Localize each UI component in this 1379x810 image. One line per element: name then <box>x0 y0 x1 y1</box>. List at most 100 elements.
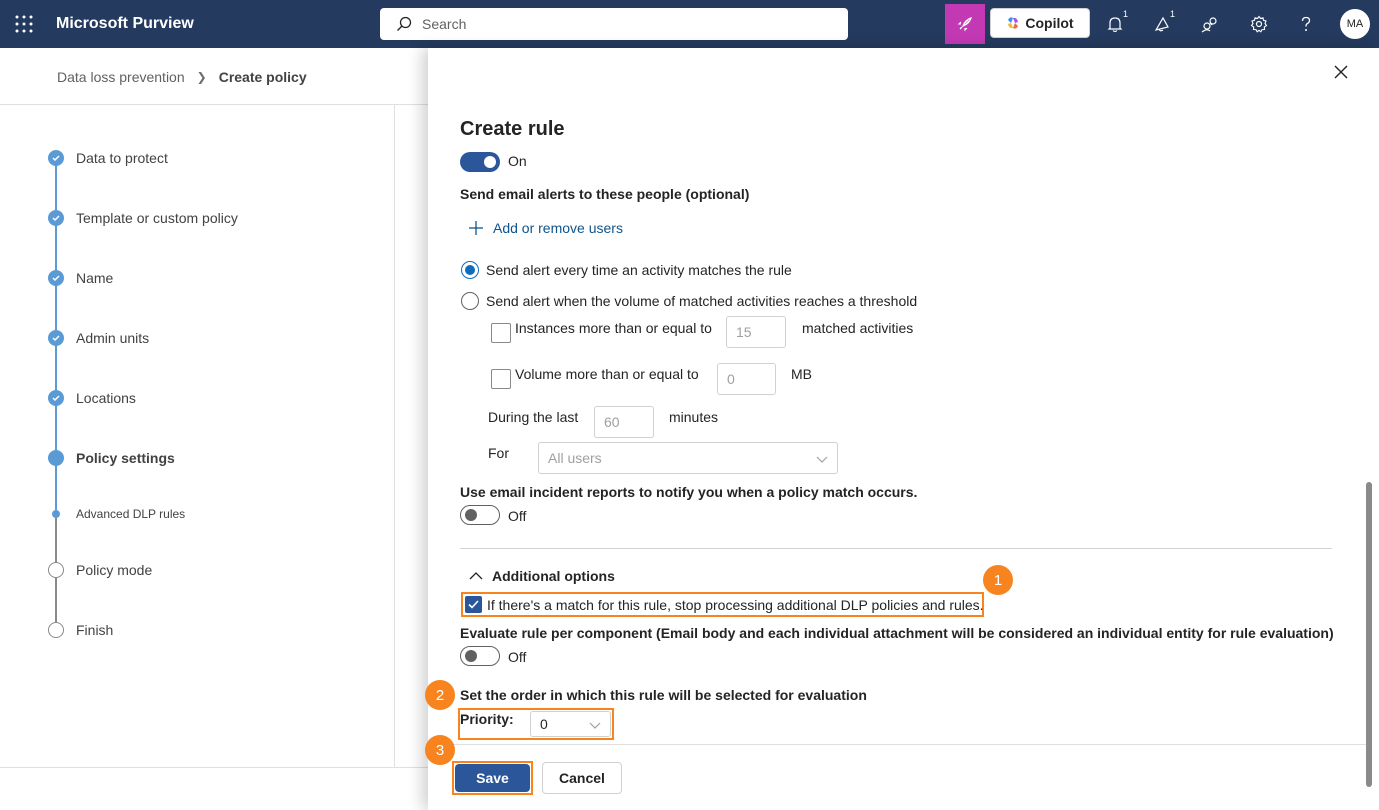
step-label: Admin units <box>76 330 150 346</box>
for-label: For <box>488 445 509 461</box>
stop-processing-label: If there's a match for this rule, stop p… <box>487 597 984 613</box>
rocket-icon <box>957 16 973 32</box>
notification-badge: 1 <box>1121 9 1129 19</box>
step-label: Name <box>76 270 114 286</box>
footer-divider <box>0 767 430 768</box>
chevron-down-icon <box>816 456 828 463</box>
whats-new-badge: 1 <box>1168 9 1176 19</box>
whats-new-button[interactable]: 1 <box>1150 9 1176 36</box>
help-button[interactable] <box>1294 12 1318 36</box>
checkmark-icon <box>48 150 64 166</box>
callout-1: 1 <box>983 565 1013 595</box>
search-icon <box>397 16 412 31</box>
alert-every-time-radio[interactable] <box>461 261 479 279</box>
instances-checkbox[interactable] <box>491 323 511 343</box>
step-data-to-protect[interactable]: Data to protect <box>48 146 378 170</box>
copilot-logo-icon <box>1008 17 1019 29</box>
step-label: Policy mode <box>76 562 153 578</box>
volume-label: Volume more than or equal to <box>515 366 699 382</box>
copilot-label: Copilot <box>1025 15 1074 31</box>
step-connector <box>55 578 57 622</box>
during-label: During the last <box>488 409 579 425</box>
incident-reports-heading: Use email incident reports to notify you… <box>460 484 918 500</box>
stop-processing-checkbox[interactable] <box>465 596 482 613</box>
plus-icon <box>469 221 483 235</box>
close-icon[interactable] <box>1331 62 1351 82</box>
for-users-value: All users <box>548 450 602 466</box>
step-template[interactable]: Template or custom policy <box>48 206 378 230</box>
community-button[interactable] <box>1198 12 1222 36</box>
incident-reports-toggle[interactable] <box>460 505 500 525</box>
save-button[interactable]: Save <box>455 764 530 792</box>
callout-2: 2 <box>425 680 455 710</box>
panel-footer-divider <box>428 744 1366 745</box>
alert-every-time-label: Send alert every time an activity matche… <box>486 262 792 278</box>
search-input[interactable] <box>422 16 822 32</box>
checkmark-icon <box>48 270 64 286</box>
scrollbar[interactable] <box>1366 482 1372 787</box>
priority-value: 0 <box>540 716 548 732</box>
add-remove-users-link[interactable]: Add or remove users <box>468 220 623 236</box>
breadcrumb-parent-link[interactable]: Data loss prevention <box>57 69 185 85</box>
rocket-button[interactable] <box>945 4 985 44</box>
admin-alert-toggle-label: On <box>508 153 527 169</box>
step-policy-mode[interactable]: Policy mode <box>48 558 378 582</box>
additional-options-label: Additional options <box>492 568 615 584</box>
priority-dropdown[interactable]: 0 <box>530 711 611 737</box>
step-label: Policy settings <box>76 450 175 466</box>
step-policy-settings[interactable]: Policy settings <box>48 446 378 470</box>
evaluate-per-component-toggle[interactable] <box>460 646 500 666</box>
people-link-icon <box>1201 17 1217 33</box>
volume-input[interactable] <box>717 363 776 395</box>
app-launcher-icon[interactable] <box>14 14 34 34</box>
email-alerts-heading: Send email alerts to these people (optio… <box>460 186 750 202</box>
top-bar: Microsoft Purview Copilot 1 <box>0 0 1379 48</box>
priority-label: Priority: <box>460 711 514 727</box>
alert-threshold-label: Send alert when the volume of matched ac… <box>486 293 918 309</box>
during-input[interactable] <box>594 406 654 438</box>
alert-threshold-radio[interactable] <box>461 292 479 310</box>
copilot-button[interactable]: Copilot <box>990 8 1090 38</box>
additional-options-toggle[interactable]: Additional options <box>468 568 615 584</box>
cancel-button[interactable]: Cancel <box>542 762 622 794</box>
step-connector <box>55 226 57 270</box>
step-connector <box>55 286 57 330</box>
checkmark-icon <box>48 330 64 346</box>
step-connector <box>55 346 57 390</box>
app-title[interactable]: Microsoft Purview <box>56 15 194 33</box>
breadcrumb: Data loss prevention ❯ Create policy <box>57 69 307 85</box>
search-box[interactable] <box>380 8 848 40</box>
step-connector <box>55 166 57 210</box>
step-locations[interactable]: Locations <box>48 386 378 410</box>
step-finish[interactable]: Finish <box>48 618 378 642</box>
step-advanced-dlp-rules[interactable]: Advanced DLP rules <box>48 502 378 526</box>
header-divider <box>0 104 430 105</box>
for-users-dropdown[interactable]: All users <box>538 442 838 474</box>
instances-suffix: matched activities <box>802 320 914 336</box>
chevron-up-icon <box>469 572 483 580</box>
step-connector <box>55 406 57 450</box>
settings-button[interactable] <box>1247 12 1271 36</box>
create-rule-panel: Create rule On Send email alerts to thes… <box>425 48 1379 810</box>
step-admin-units[interactable]: Admin units <box>48 326 378 350</box>
wizard-divider <box>394 105 395 767</box>
evaluate-per-component-heading: Evaluate rule per component (Email body … <box>460 625 1334 641</box>
chevron-down-icon <box>589 722 601 729</box>
instances-label: Instances more than or equal to <box>515 320 712 336</box>
step-label: Data to protect <box>76 150 168 166</box>
checkmark-icon <box>48 210 64 226</box>
step-name[interactable]: Name <box>48 266 378 290</box>
incident-reports-toggle-label: Off <box>508 508 527 524</box>
add-remove-users-label: Add or remove users <box>493 220 623 236</box>
admin-alert-toggle[interactable] <box>460 152 500 172</box>
volume-checkbox[interactable] <box>491 369 511 389</box>
instances-input[interactable] <box>726 316 786 348</box>
avatar[interactable]: MA <box>1340 9 1370 39</box>
volume-suffix: MB <box>791 366 812 382</box>
empty-circle-icon <box>48 562 64 578</box>
rule-order-heading: Set the order in which this rule will be… <box>460 687 867 703</box>
step-label: Locations <box>76 390 136 406</box>
step-label: Finish <box>76 622 114 638</box>
notifications-button[interactable]: 1 <box>1103 9 1129 36</box>
current-step-icon <box>48 450 64 466</box>
